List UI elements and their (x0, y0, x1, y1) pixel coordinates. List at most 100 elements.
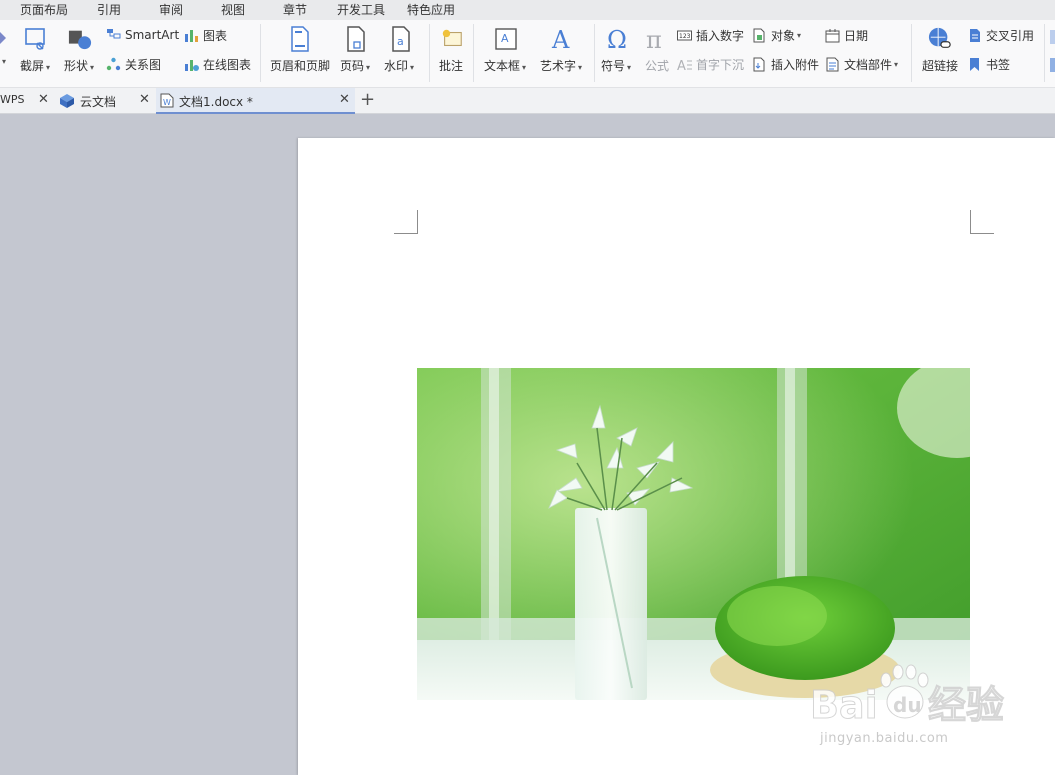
drop-cap-icon: A (677, 59, 692, 72)
menu-tab-review[interactable]: 审阅 (159, 1, 183, 18)
tab-document-label: 文档1.docx * (179, 95, 253, 109)
tab-wps-label: WPS (0, 93, 25, 106)
bookmark-icon (970, 58, 979, 71)
ribbon-separator (911, 24, 912, 82)
ribbon-separator (429, 24, 430, 82)
svg-text:Bai: Bai (810, 683, 878, 727)
header-footer-button[interactable]: 页眉和页脚 (270, 57, 330, 74)
watermark-url: jingyan.baidu.com (820, 731, 949, 746)
calendar-icon (825, 29, 840, 43)
svg-text:A: A (677, 59, 686, 72)
margin-corner-top-left (394, 210, 418, 234)
insert-number-button[interactable]: 123 插入数字 (677, 27, 744, 44)
document-icon: W (160, 93, 174, 108)
comment-button[interactable]: 批注 (439, 57, 463, 74)
chart-button[interactable]: 图表 (184, 27, 227, 44)
watermark-label: 水印 (384, 59, 409, 73)
menu-tab-special[interactable]: 特色应用 (407, 1, 455, 18)
doc-parts-icon (826, 57, 839, 72)
textbox-button[interactable]: 文本框 ▾ (484, 57, 526, 74)
header-footer-icon[interactable] (288, 26, 312, 52)
cross-reference-label: 交叉引用 (986, 29, 1035, 43)
cross-reference-icon (970, 29, 980, 42)
menu-tab-page-layout[interactable]: 页面布局 (20, 1, 68, 18)
overflow-icon (1050, 58, 1055, 72)
caret-icon: ▾ (894, 60, 899, 69)
relation-chart-icon (106, 57, 121, 71)
caret-icon: ▾ (46, 63, 51, 72)
wordart-label: 艺术字 (540, 59, 577, 73)
tab-cloud-docs[interactable]: 云文档 ✕ (55, 88, 155, 114)
ribbon-separator (1044, 24, 1045, 82)
page-number-icon[interactable] (344, 26, 368, 52)
smartart-button[interactable]: SmartArt (106, 27, 179, 42)
tab-cloud-label: 云文档 (80, 95, 117, 109)
inserted-image[interactable] (417, 368, 970, 700)
symbol-icon[interactable]: Ω (606, 26, 630, 52)
object-button[interactable]: 对象 ▾ (752, 27, 801, 44)
ribbon: ▾ 截屏 ▾ 形状 ▾ SmartArt 关系图 图表 在线图表 页眉和页脚 页… (0, 20, 1055, 88)
margin-corner-top-right (970, 210, 994, 234)
watermark-icon[interactable]: a (389, 26, 413, 52)
screenshot-icon[interactable] (24, 26, 48, 52)
formula-icon[interactable]: π (645, 26, 669, 52)
ribbon-separator (260, 24, 261, 82)
caret-icon: ▾ (410, 63, 415, 72)
tab-document[interactable]: W 文档1.docx * ✕ (156, 88, 355, 114)
menu-tab-developer[interactable]: 开发工具 (337, 1, 385, 18)
document-tab-bar: WPS ✕ 云文档 ✕ W 文档1.docx * ✕ (0, 88, 1055, 114)
ribbon-separator (594, 24, 595, 82)
close-icon[interactable]: ✕ (139, 92, 150, 107)
screenshot-label: 截屏 (20, 59, 45, 73)
wordart-button[interactable]: 艺术字 ▾ (540, 57, 582, 74)
page-number-button[interactable]: 页码 ▾ (340, 57, 370, 74)
bookmark-button[interactable]: 书签 (967, 56, 1010, 73)
relation-chart-label: 关系图 (125, 58, 162, 72)
close-icon[interactable]: ✕ (38, 92, 49, 107)
close-icon[interactable]: ✕ (339, 92, 350, 107)
textbox-label: 文本框 (484, 59, 521, 73)
svg-text:W: W (163, 98, 171, 107)
textbox-icon[interactable]: A (494, 26, 518, 52)
formula-button[interactable]: 公式 (645, 57, 669, 74)
date-button[interactable]: 日期 (825, 27, 868, 44)
cloud-doc-icon (60, 94, 74, 108)
overflow-icon (1050, 30, 1055, 44)
smartart-icon (107, 29, 121, 39)
drop-cap-button[interactable]: A 首字下沉 (677, 56, 744, 73)
menu-tab-references[interactable]: 引用 (97, 1, 121, 18)
page-number-label: 页码 (340, 59, 365, 73)
online-chart-button[interactable]: 在线图表 (184, 56, 251, 73)
date-label: 日期 (844, 29, 869, 43)
cross-reference-button[interactable]: 交叉引用 (967, 27, 1034, 44)
chart-icon (185, 30, 198, 42)
wordart-icon[interactable]: A (550, 26, 574, 52)
doc-parts-label: 文档部件 (844, 58, 893, 72)
doc-parts-button[interactable]: 文档部件 ▾ (825, 56, 898, 73)
watermark-button[interactable]: 水印 ▾ (384, 57, 414, 74)
hyperlink-icon[interactable] (928, 26, 952, 52)
insert-number-label: 插入数字 (696, 29, 745, 43)
symbol-button[interactable]: 符号 ▾ (601, 57, 631, 74)
screenshot-button[interactable]: 截屏 ▾ (20, 57, 50, 74)
shape-icon[interactable] (68, 26, 92, 52)
relation-chart-button[interactable]: 关系图 (106, 56, 161, 73)
online-chart-icon (185, 60, 199, 71)
new-tab-plus-icon[interactable]: + (360, 89, 375, 110)
tab-wps[interactable]: WPS ✕ (0, 88, 52, 114)
svg-text:A: A (501, 32, 509, 45)
shape-button[interactable]: 形状 ▾ (64, 57, 94, 74)
menu-tab-section[interactable]: 章节 (283, 1, 307, 18)
chart-label: 图表 (203, 29, 228, 43)
svg-text:123: 123 (679, 33, 691, 40)
comment-icon[interactable] (440, 26, 464, 52)
menu-tab-view[interactable]: 视图 (221, 1, 245, 18)
hyperlink-button[interactable]: 超链接 (922, 57, 958, 74)
object-label: 对象 (771, 29, 796, 43)
insert-attachment-button[interactable]: 插入附件 (752, 56, 819, 73)
caret-icon: ▾ (578, 63, 583, 72)
flower-vase-photo (417, 368, 970, 700)
svg-text:π: π (646, 26, 662, 52)
caret-icon: ▾ (366, 63, 371, 72)
online-chart-label: 在线图表 (203, 58, 252, 72)
